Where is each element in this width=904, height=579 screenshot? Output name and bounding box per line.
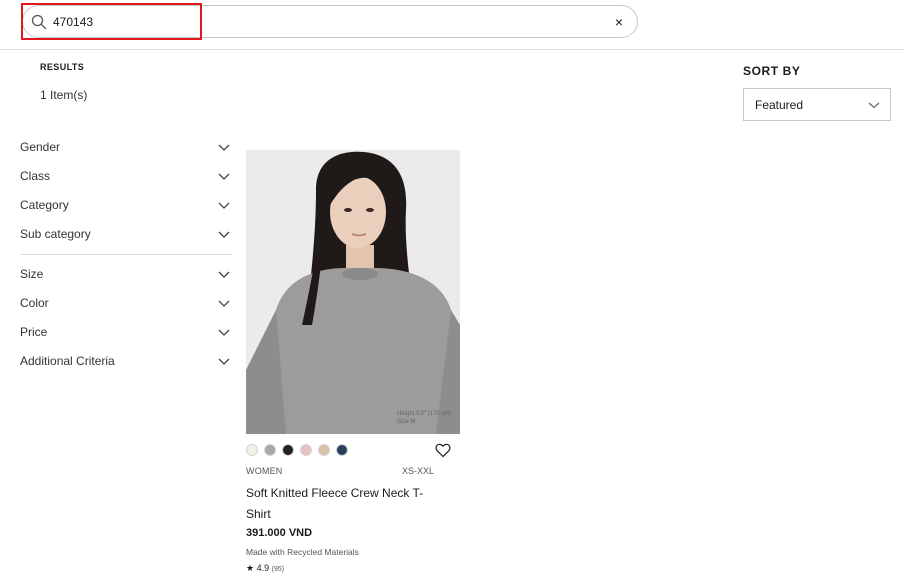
chevron-down-icon <box>218 358 230 365</box>
product-size-range: XS-XXL <box>402 466 435 476</box>
color-swatch[interactable] <box>300 444 312 456</box>
filter-label: Class <box>20 169 51 183</box>
product-rating: ★ 4.9 (95) <box>246 563 284 574</box>
sort-by-label: SORT BY <box>743 64 801 78</box>
search-input[interactable] <box>53 12 593 32</box>
filter-label: Color <box>20 296 49 310</box>
results-heading: RESULTS <box>40 62 85 72</box>
star-icon: ★ <box>246 563 255 573</box>
color-swatch[interactable] <box>336 444 348 456</box>
chevron-down-icon <box>218 202 230 209</box>
filter-label: Price <box>20 325 48 339</box>
chevron-down-icon <box>218 300 230 307</box>
filter-sub-category[interactable]: Sub category <box>20 222 232 246</box>
chevron-down-icon <box>218 329 230 336</box>
filter-additional-criteria[interactable]: Additional Criteria <box>20 349 232 373</box>
color-swatch[interactable] <box>246 444 258 456</box>
filter-label: Size <box>20 267 44 281</box>
product-image[interactable]: Height 5'9" (175 cm) Size M <box>246 150 460 434</box>
model-illustration <box>246 150 460 434</box>
chevron-down-icon <box>868 102 880 109</box>
sort-selected-value: Featured <box>755 98 804 112</box>
model-size-caption: Height 5'9" (175 cm) Size M <box>397 411 452 425</box>
results-count: 1 Item(s) <box>40 88 88 102</box>
filter-price[interactable]: Price <box>20 320 232 344</box>
product-gender: WOMEN <box>246 466 283 476</box>
rating-value: 4.9 <box>256 563 270 573</box>
filter-label: Category <box>20 198 69 212</box>
color-swatches <box>246 444 354 456</box>
chevron-down-icon <box>218 173 230 180</box>
filter-label: Sub category <box>20 227 91 241</box>
filter-category[interactable]: Category <box>20 193 232 217</box>
filter-divider <box>20 254 232 255</box>
heart-icon[interactable] <box>435 443 451 458</box>
filter-class[interactable]: Class <box>20 164 232 188</box>
color-swatch[interactable] <box>264 444 276 456</box>
chevron-down-icon <box>218 231 230 238</box>
product-price: 391.000 VND <box>246 527 313 539</box>
rating-count: (95) <box>271 566 285 573</box>
chevron-down-icon <box>218 144 230 151</box>
product-card: Height 5'9" (175 cm) Size M WOMEN XS-XXL… <box>246 150 460 579</box>
product-material-note: Made with Recycled Materials <box>246 547 359 557</box>
chevron-down-icon <box>218 271 230 278</box>
search-icon[interactable] <box>31 14 47 30</box>
header-divider <box>0 49 904 50</box>
clear-search-icon[interactable]: × <box>615 14 623 30</box>
filter-color[interactable]: Color <box>20 291 232 315</box>
filter-label: Gender <box>20 140 61 154</box>
color-swatch[interactable] <box>318 444 330 456</box>
color-swatch[interactable] <box>282 444 294 456</box>
filter-gender[interactable]: Gender <box>20 135 232 159</box>
sort-select[interactable]: Featured <box>743 88 891 121</box>
product-name-link[interactable]: Soft Knitted Fleece Crew Neck T-Shirt <box>246 483 436 525</box>
search-bar: × <box>22 5 638 38</box>
filter-size[interactable]: Size <box>20 262 232 286</box>
filter-label: Additional Criteria <box>20 354 115 368</box>
